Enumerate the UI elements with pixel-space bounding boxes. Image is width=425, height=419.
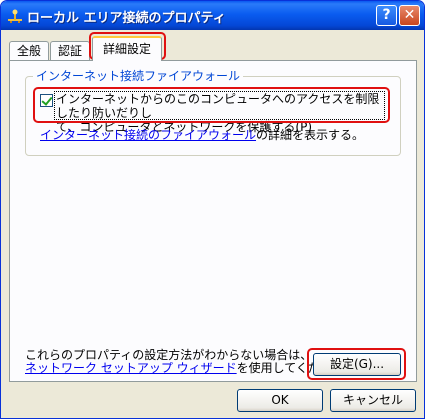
title-bar[interactable]: ローカル エリア接続のプロパティ ? ✕ bbox=[1, 1, 424, 30]
properties-dialog: ローカル エリア接続のプロパティ ? ✕ 全般 認証 詳細設定 インターネット接… bbox=[0, 0, 425, 419]
firewall-group-title: インターネット接続ファイアウォール bbox=[33, 67, 244, 84]
network-connection-icon bbox=[8, 9, 22, 23]
tab-general[interactable]: 全般 bbox=[9, 41, 49, 60]
firewall-details-suffix: の詳細を表示する。 bbox=[256, 128, 365, 142]
firewall-details-line: インターネット接続のファイアウォールの詳細を表示する。 bbox=[40, 126, 364, 143]
checkbox-highlight bbox=[33, 87, 390, 123]
firewall-details-link[interactable]: インターネット接続のファイアウォール bbox=[40, 128, 256, 142]
settings-button-highlight bbox=[307, 348, 406, 380]
ok-button[interactable]: OK bbox=[237, 389, 323, 412]
window-title: ローカル エリア接続のプロパティ bbox=[27, 11, 226, 26]
help-button[interactable]: ? bbox=[376, 5, 397, 26]
network-setup-wizard-link[interactable]: ネットワーク セットアップ ウィザード bbox=[25, 361, 237, 375]
tab-authentication[interactable]: 認証 bbox=[50, 41, 90, 60]
close-button[interactable]: ✕ bbox=[399, 5, 420, 26]
tab-strip: 全般 認証 詳細設定 bbox=[1, 34, 424, 62]
cancel-button[interactable]: キャンセル bbox=[330, 389, 416, 412]
tab-advanced[interactable]: 詳細設定 bbox=[92, 36, 162, 61]
